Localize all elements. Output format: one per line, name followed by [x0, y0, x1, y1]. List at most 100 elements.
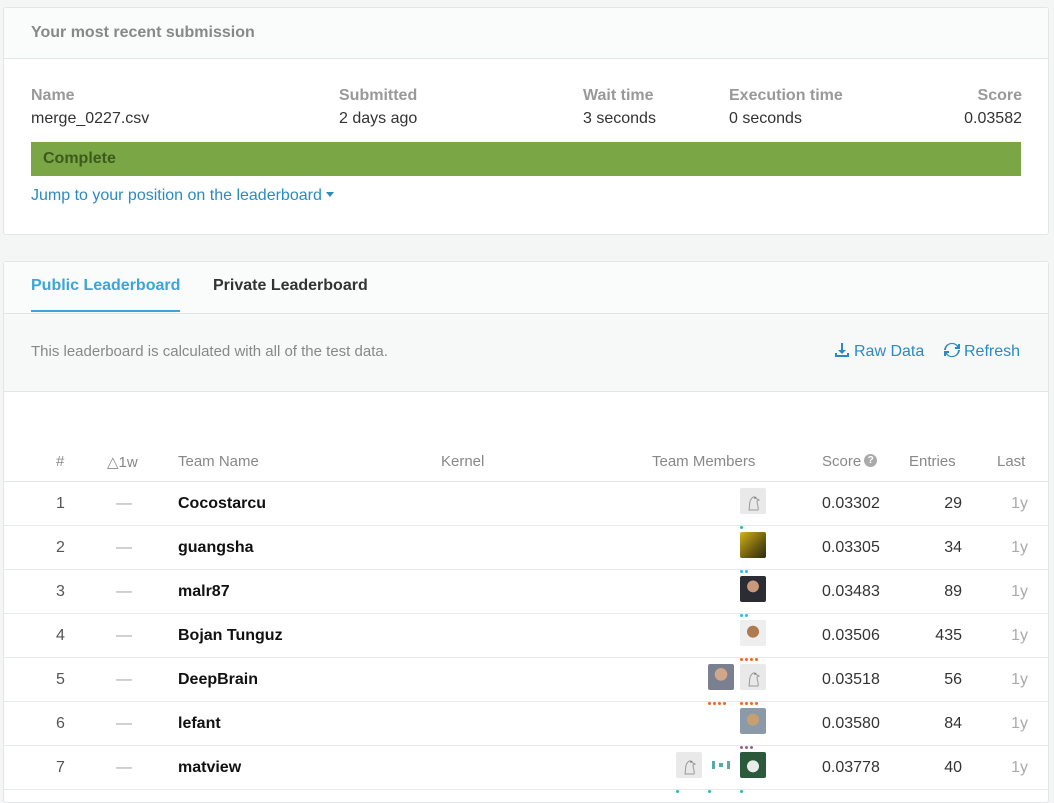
- refresh-button[interactable]: Refresh: [944, 342, 1020, 361]
- header-members[interactable]: Team Members: [652, 453, 755, 470]
- member-avatar[interactable]: [740, 664, 766, 705]
- tier-dots: [676, 790, 702, 793]
- submission-submitted-col: Submitted 2 days ago: [339, 87, 417, 128]
- name-label: Name: [31, 87, 75, 104]
- table-row[interactable]: 1 — Cocostarcu 0.03302 29 1y: [4, 482, 1048, 529]
- member-avatar[interactable]: [740, 576, 766, 617]
- delta-cell: —: [116, 627, 132, 644]
- score-cell: 0.03302: [822, 495, 880, 512]
- last-cell: 1y: [1011, 759, 1028, 776]
- score-cell: 0.03580: [822, 715, 880, 732]
- member-avatar[interactable]: [740, 488, 766, 529]
- execution-value: 0 seconds: [729, 110, 802, 127]
- team-members: [676, 752, 766, 793]
- header-entries[interactable]: Entries: [909, 453, 956, 470]
- team-name-link[interactable]: matview: [178, 759, 241, 777]
- member-avatar[interactable]: [740, 532, 766, 573]
- score-value: 0.03582: [964, 110, 1022, 127]
- table-row[interactable]: 2 — guangsha 0.03305 34 1y: [4, 526, 1048, 573]
- header-score[interactable]: Score?: [822, 453, 878, 470]
- last-cell: 1y: [1011, 583, 1028, 600]
- team-name-link[interactable]: Bojan Tunguz: [178, 627, 283, 645]
- team-name-link[interactable]: guangsha: [178, 539, 254, 557]
- wait-value: 3 seconds: [583, 110, 656, 127]
- raw-data-label: Raw Data: [854, 343, 925, 360]
- raw-data-button[interactable]: Raw Data: [834, 342, 924, 361]
- team-members: [740, 708, 766, 749]
- table-row[interactable]: 7 — matview 0.03778 40 1y: [4, 746, 1048, 793]
- tier-dots: [708, 790, 734, 793]
- default-avatar-icon: [740, 488, 766, 514]
- submission-execution-col: Execution time 0 seconds: [729, 87, 843, 128]
- team-name-link[interactable]: Cocostarcu: [178, 495, 266, 513]
- member-avatar[interactable]: [740, 752, 766, 793]
- rank-cell: 4: [56, 627, 65, 644]
- last-cell: 1y: [1011, 495, 1028, 512]
- header-last[interactable]: Last: [997, 453, 1025, 470]
- score-cell: 0.03778: [822, 759, 880, 776]
- jump-link-label: Jump to your position on the leaderboard: [31, 187, 322, 204]
- header-rank[interactable]: #: [56, 453, 64, 470]
- identicon-avatar-icon: [708, 752, 734, 778]
- execution-label: Execution time: [729, 87, 843, 104]
- default-avatar-icon: [740, 664, 766, 690]
- user-photo-icon: [740, 620, 766, 646]
- leaderboard-table: # △1w Team Name Kernel Team Members Scor…: [4, 452, 1048, 793]
- member-avatar[interactable]: [708, 664, 734, 705]
- table-row[interactable]: 3 — malr87 0.03483 89 1y: [4, 570, 1048, 617]
- member-avatar[interactable]: [740, 620, 766, 661]
- entries-cell: 84: [944, 715, 962, 732]
- tab-private-leaderboard[interactable]: Private Leaderboard: [213, 262, 368, 312]
- submission-header: Your most recent submission: [4, 8, 1048, 59]
- delta-cell: —: [116, 539, 132, 556]
- entries-cell: 89: [944, 583, 962, 600]
- user-photo-icon: [740, 708, 766, 734]
- rank-cell: 7: [56, 759, 65, 776]
- team-members: [740, 488, 766, 529]
- submitted-label: Submitted: [339, 87, 418, 104]
- team-name-link[interactable]: malr87: [178, 583, 230, 601]
- recent-submission-card: Your most recent submission Name merge_0…: [3, 7, 1049, 235]
- table-row[interactable]: 5 — DeepBrain 0.03518 56 1y: [4, 658, 1048, 705]
- header-score-label: Score: [822, 453, 862, 470]
- header-delta[interactable]: △1w: [107, 453, 138, 471]
- refresh-icon: [944, 342, 960, 358]
- score-cell: 0.03483: [822, 583, 880, 600]
- rank-cell: 5: [56, 671, 65, 688]
- status-complete-bar: Complete: [31, 142, 1021, 176]
- rank-cell: 3: [56, 583, 65, 600]
- default-avatar-icon: [676, 752, 702, 778]
- user-photo-icon: [740, 752, 766, 778]
- team-name-link[interactable]: lefant: [178, 715, 221, 733]
- member-avatar[interactable]: [676, 752, 702, 793]
- score-cell: 0.03518: [822, 671, 880, 688]
- delta-cell: —: [116, 495, 132, 512]
- table-row[interactable]: 4 — Bojan Tunguz 0.03506 435 1y: [4, 614, 1048, 661]
- rank-cell: 6: [56, 715, 65, 732]
- entries-cell: 435: [935, 627, 962, 644]
- submission-wait-col: Wait time 3 seconds: [583, 87, 656, 128]
- wait-label: Wait time: [583, 87, 654, 104]
- user-photo-icon: [740, 576, 766, 602]
- team-name-link[interactable]: DeepBrain: [178, 671, 258, 689]
- team-members: [740, 532, 766, 573]
- tab-public-leaderboard[interactable]: Public Leaderboard: [31, 262, 181, 312]
- header-team[interactable]: Team Name: [178, 453, 259, 470]
- member-avatar[interactable]: [740, 708, 766, 749]
- caret-down-icon: [325, 192, 334, 198]
- help-icon[interactable]: ?: [864, 454, 878, 467]
- last-cell: 1y: [1011, 627, 1028, 644]
- table-header: # △1w Team Name Kernel Team Members Scor…: [4, 452, 1048, 482]
- entries-cell: 34: [944, 539, 962, 556]
- jump-to-position-link[interactable]: Jump to your position on the leaderboard: [31, 187, 334, 205]
- submission-score-col: Score 0.03582: [964, 87, 1022, 128]
- member-avatar[interactable]: [708, 752, 734, 793]
- download-icon: [835, 343, 849, 357]
- team-members: [740, 576, 766, 617]
- last-cell: 1y: [1011, 715, 1028, 732]
- name-value: merge_0227.csv: [31, 110, 150, 127]
- leaderboard-card: Public Leaderboard Private Leaderboard T…: [3, 261, 1049, 803]
- table-row[interactable]: 6 — lefant 0.03580 84 1y: [4, 702, 1048, 749]
- score-label: Score: [977, 87, 1022, 104]
- header-kernel[interactable]: Kernel: [441, 453, 484, 470]
